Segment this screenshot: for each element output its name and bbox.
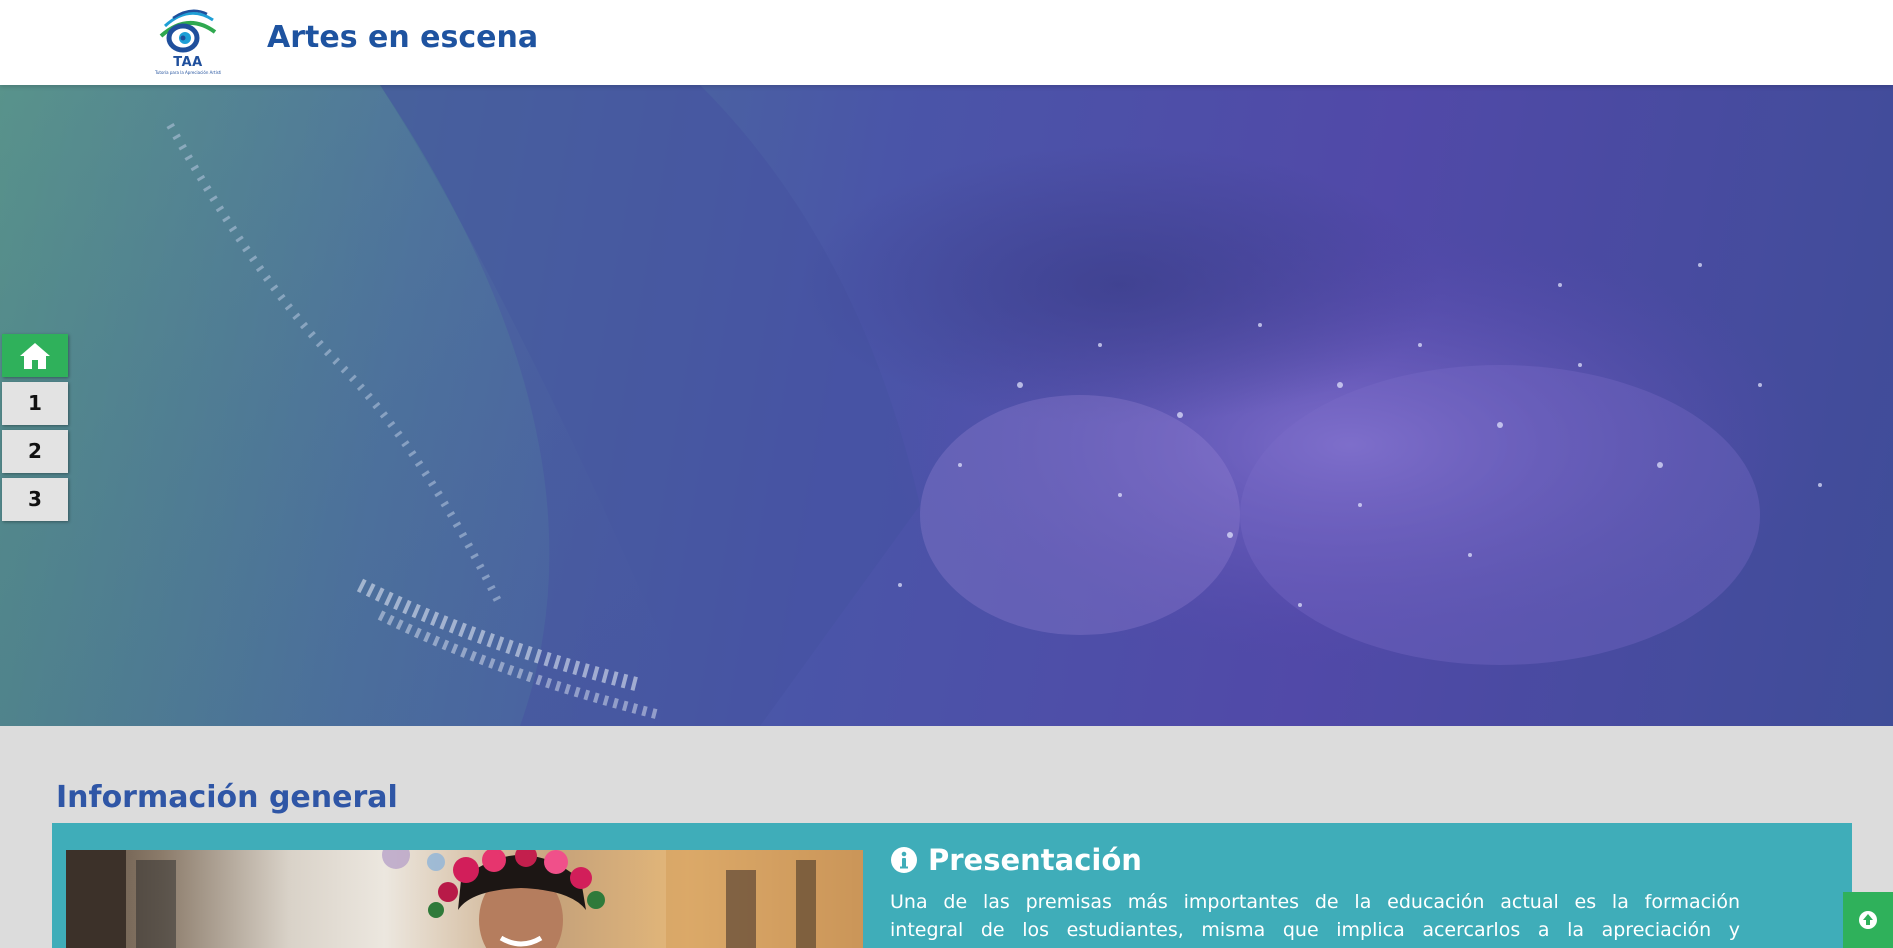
arrow-up-circle-icon (1859, 911, 1877, 929)
nav-page-2-button[interactable]: 2 (2, 430, 68, 473)
section-title: Información general (56, 780, 398, 815)
site-title[interactable]: Artes en escena (267, 20, 538, 55)
presentation-heading-text: Presentación (928, 843, 1142, 877)
nav-home-button[interactable] (2, 334, 68, 377)
photo-content (66, 850, 863, 948)
presentation-photo (66, 850, 863, 948)
taa-logo[interactable]: TAA Tutoría para la Apreciación Artístic… (153, 6, 223, 78)
info-circle-icon (891, 847, 917, 873)
home-icon (20, 342, 50, 369)
presentation-text-line-1: Una de las premisas más importantes de l… (890, 891, 1740, 913)
scroll-top-button[interactable] (1843, 892, 1893, 948)
presentation-block: Presentación Una de las premisas más imp… (890, 843, 1740, 944)
presentation-heading: Presentación (890, 843, 1740, 877)
hero-image (0, 85, 1822, 726)
logo-subtext: Tutoría para la Apreciación Artística (155, 70, 221, 75)
hero-banner (0, 85, 1893, 726)
eye-logo-icon (159, 9, 217, 53)
nav-page-3-button[interactable]: 3 (2, 478, 68, 521)
site-header: TAA Tutoría para la Apreciación Artístic… (0, 0, 1893, 85)
page-side-nav: 1 2 3 (2, 334, 68, 526)
info-panel: Presentación Una de las premisas más imp… (52, 823, 1852, 948)
logo-text: TAA (173, 55, 203, 70)
presentation-text-line-2: integral de los estudiantes, misma que i… (890, 919, 1740, 941)
presentation-text: Una de las premisas más importantes de l… (890, 888, 1740, 944)
nav-page-1-button[interactable]: 1 (2, 382, 68, 425)
